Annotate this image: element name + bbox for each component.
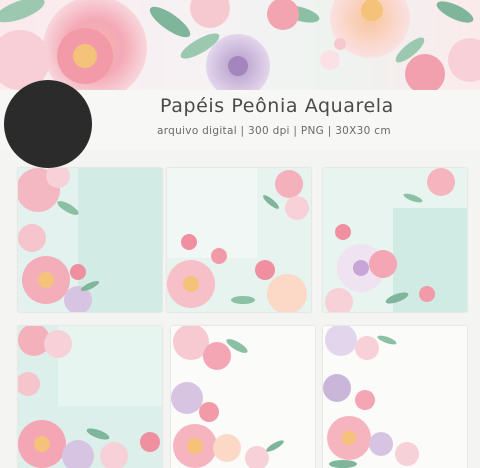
paper-preview-6[interactable] [323,326,467,468]
paper-preview-2[interactable] [167,168,311,312]
paper-preview-1[interactable] [18,168,162,312]
product-title: Papéis Peônia Aquarela [160,95,394,117]
peony-banner-illustration [0,0,480,92]
paper-preview-5[interactable] [171,326,315,468]
paper-preview-4[interactable] [18,326,162,468]
floral-banner [0,0,480,92]
product-subtitle: arquivo digital | 300 dpi | PNG | 30X30 … [157,125,391,137]
dark-circle-decoration [4,80,92,168]
paper-preview-3[interactable] [323,168,467,312]
